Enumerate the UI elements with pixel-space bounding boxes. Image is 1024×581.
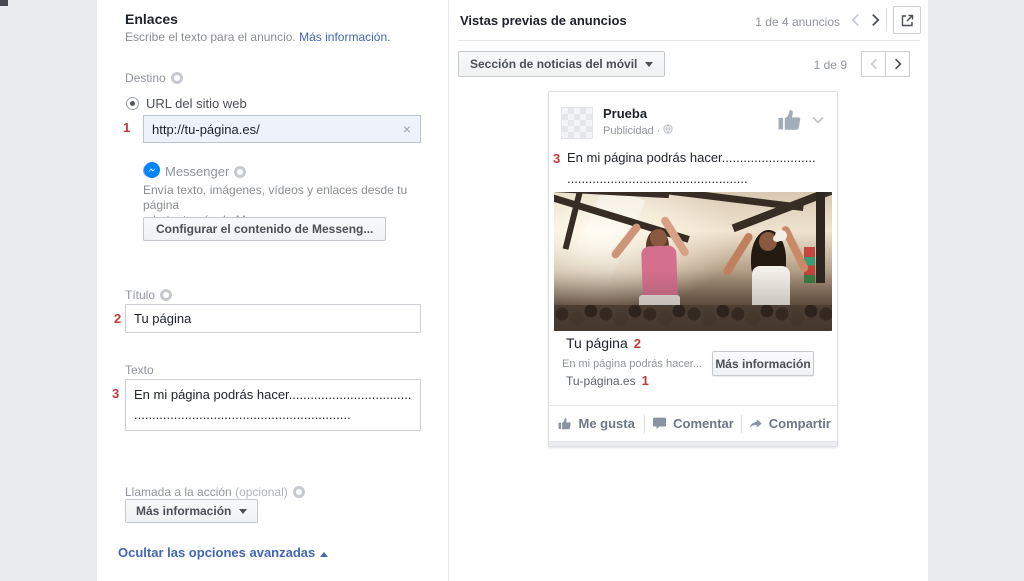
url-input[interactable] [144, 121, 394, 137]
subtitle-text: Escribe el texto para el anuncio. [125, 30, 296, 44]
chevron-down-icon [645, 61, 654, 67]
header-divider [458, 40, 920, 41]
marker-1-preview: 1 [641, 373, 649, 388]
card-footer-strip [549, 441, 837, 446]
ad-image[interactable] [554, 192, 832, 331]
section-subtitle: Escribe el texto para el anuncio. Más in… [125, 30, 390, 44]
prev-page-button[interactable] [861, 51, 886, 77]
marker-3-preview: 3 [553, 151, 561, 166]
ad-body-line1: En mi página podrás hacer...............… [567, 150, 816, 165]
texto-label: Texto [125, 363, 154, 377]
marker-2: 2 [114, 311, 122, 326]
page-avatar [561, 107, 593, 139]
page-counter: 1 de 9 [813, 58, 847, 72]
page-name[interactable]: Prueba [603, 106, 647, 121]
link-title[interactable]: Tu página 2 [566, 335, 641, 351]
open-preview-icon[interactable] [893, 6, 921, 34]
radio-url-label: URL del sitio web [146, 96, 247, 111]
radio-url-sitio-web[interactable] [126, 97, 139, 110]
help-icon[interactable] [292, 486, 305, 498]
titulo-input[interactable] [125, 304, 421, 333]
image-shade [554, 271, 832, 331]
globe-icon [663, 124, 674, 137]
messenger-label: Messenger [165, 164, 247, 179]
share-button[interactable]: Compartir [742, 416, 837, 431]
panel-divider [448, 0, 449, 581]
ads-manager-page: Enlaces Escribe el texto para el anuncio… [0, 0, 1024, 581]
cta-dropdown[interactable]: Más información [125, 499, 259, 523]
header-separator [886, 8, 887, 31]
url-input-wrap: × [143, 115, 421, 143]
more-info-link[interactable]: Más información. [299, 30, 390, 44]
display-url: Tu-página.es 1 [566, 373, 649, 388]
preview-panel-title: Vistas previas de anuncios [460, 13, 627, 28]
cta-button[interactable]: Más información [712, 351, 814, 376]
texto-textarea[interactable]: En mi página podrás hacer...............… [125, 379, 421, 431]
like-button[interactable]: Me gusta [549, 416, 644, 431]
marker-3: 3 [112, 386, 120, 401]
hair-flower [775, 230, 787, 241]
marker-1: 1 [123, 120, 131, 135]
action-bar: Me gusta Comentar Compartir [549, 405, 837, 441]
card-chevron-down-icon[interactable] [812, 112, 824, 127]
help-icon[interactable] [170, 72, 183, 84]
configure-messenger-button[interactable]: Configurar el contenido de Messeng... [143, 217, 387, 241]
comment-button[interactable]: Comentar [645, 416, 740, 431]
hide-advanced-link[interactable]: Ocultar las opciones avanzadas [118, 545, 329, 560]
dancer-left-head [650, 229, 667, 247]
stage-pillar [816, 192, 825, 283]
cta-label: Llamada a la acción (opcional) [125, 485, 305, 499]
ad-preview-card: Prueba Publicidad · 3 En mi página podrá… [548, 91, 838, 447]
placement-selector[interactable]: Sección de noticias del móvil [458, 51, 666, 77]
help-icon[interactable] [160, 289, 173, 301]
caret-up-icon [320, 552, 329, 557]
titulo-label: Título [125, 288, 173, 302]
link-description: En mi página podrás hacer... [562, 358, 703, 370]
destino-label: Destino [125, 71, 183, 85]
ad-body-line2: ........................................… [567, 171, 748, 186]
ads-counter: 1 de 4 anuncios [755, 15, 840, 29]
sponsored-label: Publicidad · [603, 124, 674, 137]
help-icon[interactable] [234, 166, 247, 178]
preview-pager [861, 51, 910, 77]
next-ad-button[interactable] [866, 11, 884, 29]
prev-ad-button[interactable] [846, 11, 864, 29]
clear-icon[interactable]: × [394, 121, 420, 137]
section-title: Enlaces [125, 11, 178, 27]
chevron-down-icon [239, 508, 248, 514]
like-thumb-icon[interactable] [777, 108, 803, 134]
marker-2-preview: 2 [633, 336, 641, 351]
next-page-button[interactable] [885, 51, 910, 77]
window-corner [0, 0, 8, 6]
messenger-icon [144, 162, 160, 181]
